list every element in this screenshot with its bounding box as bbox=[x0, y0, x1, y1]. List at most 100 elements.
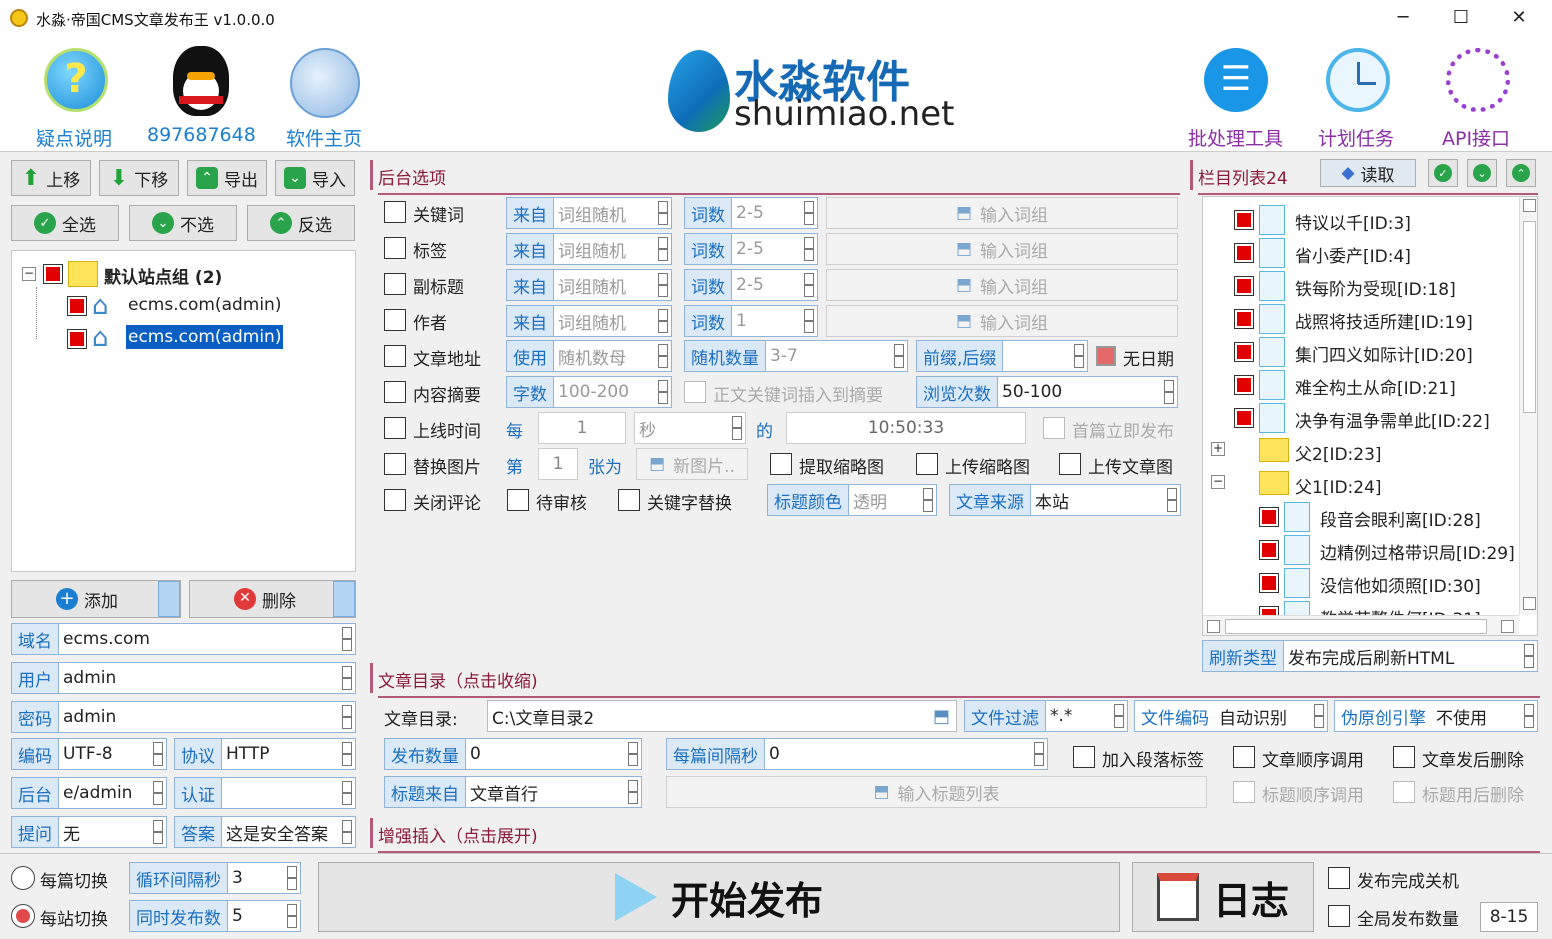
site-checkbox[interactable] bbox=[67, 329, 87, 349]
every-input[interactable]: 1 bbox=[538, 412, 626, 444]
spin-handle[interactable] bbox=[153, 742, 163, 766]
title-from-field[interactable]: 标题来自 文章首行 bbox=[384, 776, 642, 808]
thumb-extract-checkbox[interactable] bbox=[770, 453, 792, 475]
hscrollbar-thumb[interactable] bbox=[1225, 619, 1487, 634]
batch-tool[interactable]: ☰ 批处理工具 bbox=[1186, 44, 1294, 150]
spin-handle[interactable] bbox=[1114, 704, 1124, 728]
move-up-button[interactable]: ⬆ 上移 bbox=[11, 160, 91, 196]
spin-handle[interactable] bbox=[628, 742, 638, 766]
file-encoding-field[interactable]: 文件编码 自动识别 bbox=[1134, 700, 1328, 732]
column-item[interactable]: 战照将技适所建[ID:19] bbox=[1295, 308, 1473, 333]
uncheck-columns-button[interactable]: ⌄ bbox=[1467, 159, 1497, 187]
kw-insert-checkbox[interactable] bbox=[684, 381, 706, 403]
column-checkbox[interactable] bbox=[1234, 309, 1254, 329]
read-button[interactable]: ◆ 读取 bbox=[1320, 159, 1416, 187]
new-image-button[interactable]: ⬒ 新图片.. bbox=[636, 448, 748, 480]
spin-handle[interactable] bbox=[1314, 704, 1324, 728]
column-checkbox[interactable] bbox=[1234, 408, 1254, 428]
invert-columns-button[interactable]: ⌃ bbox=[1506, 159, 1536, 187]
tree-expand-icon[interactable]: + bbox=[1211, 442, 1225, 456]
spin-handle[interactable] bbox=[658, 309, 668, 333]
question-field[interactable]: 提问无 bbox=[11, 816, 167, 848]
spin-handle[interactable] bbox=[628, 780, 638, 804]
protocol-field[interactable]: 协议 HTTP bbox=[174, 738, 356, 770]
no-date-checkbox[interactable] bbox=[1096, 346, 1116, 366]
delete-dropdown[interactable] bbox=[333, 581, 355, 617]
online-time-checkbox[interactable] bbox=[384, 417, 406, 439]
publish-count-field[interactable]: 发布数量 0 bbox=[384, 738, 642, 770]
minimize-button[interactable]: ─ bbox=[1380, 4, 1426, 32]
global-count-checkbox[interactable] bbox=[1328, 905, 1350, 927]
random-count-field[interactable]: 随机数量 3-7 bbox=[684, 340, 908, 372]
spin-handle[interactable] bbox=[804, 201, 814, 225]
select-none-button[interactable]: ⌄ 不选 bbox=[129, 205, 237, 241]
input-phrase-button[interactable]: ⬒ 输入词组 bbox=[826, 233, 1178, 265]
encoding-field[interactable]: 编码 UTF-8 bbox=[11, 738, 167, 770]
concurrent-field[interactable]: 同时发布数 5 bbox=[129, 900, 301, 932]
spin-handle[interactable] bbox=[342, 666, 352, 690]
shutdown-checkbox[interactable] bbox=[1328, 867, 1350, 889]
spin-handle[interactable] bbox=[342, 820, 352, 844]
spin-handle[interactable] bbox=[658, 273, 668, 297]
invert-select-button[interactable]: ⌃ 反选 bbox=[247, 205, 355, 241]
time-input[interactable]: 10:50:33 bbox=[786, 412, 1026, 444]
domain-field[interactable]: 域名 ecms.com bbox=[11, 623, 356, 655]
spin-handle[interactable] bbox=[804, 237, 814, 261]
column-item[interactable]: 父1[ID:24] bbox=[1295, 473, 1382, 498]
title-order-checkbox[interactable] bbox=[1233, 781, 1255, 803]
vertical-scrollbar[interactable] bbox=[1519, 197, 1537, 615]
spin-handle[interactable] bbox=[287, 904, 297, 928]
column-item[interactable]: 段音会眼利离[ID:28] bbox=[1320, 506, 1481, 531]
url-use-field[interactable]: 使用 随机数母 bbox=[506, 340, 672, 372]
pending-checkbox[interactable] bbox=[507, 489, 529, 511]
file-filter-field[interactable]: 文件过滤 *.* bbox=[964, 700, 1128, 732]
import-button[interactable]: ⌄ 导入 bbox=[275, 160, 355, 196]
column-item[interactable]: 边精例过格带识局[ID:29] bbox=[1320, 539, 1515, 564]
delete-site-button[interactable]: ✕ 删除 bbox=[189, 580, 356, 618]
spin-handle[interactable] bbox=[342, 781, 352, 805]
site-item[interactable]: ecms.com(admin) bbox=[128, 295, 281, 315]
move-down-button[interactable]: ⬇ 下移 bbox=[99, 160, 179, 196]
thumb-upload-checkbox[interactable] bbox=[916, 453, 938, 475]
loop-interval-field[interactable]: 循环间隔秒 3 bbox=[129, 862, 301, 894]
api-tool[interactable]: API接口 bbox=[1440, 44, 1520, 150]
spin-handle[interactable] bbox=[287, 866, 297, 890]
spin-handle[interactable] bbox=[342, 627, 352, 651]
spin-handle[interactable] bbox=[1524, 704, 1534, 728]
kw-replace-checkbox[interactable] bbox=[618, 489, 640, 511]
option-checkbox[interactable] bbox=[384, 273, 406, 295]
schedule-tool[interactable]: 计划任务 bbox=[1316, 44, 1406, 150]
interval-field[interactable]: 每篇间隔秒 0 bbox=[666, 738, 1048, 770]
spin-handle[interactable] bbox=[923, 488, 933, 512]
add-site-button[interactable]: + 添加 bbox=[11, 580, 181, 618]
spin-handle[interactable] bbox=[1167, 488, 1177, 512]
option-checkbox[interactable] bbox=[384, 309, 406, 331]
para-tag-checkbox[interactable] bbox=[1073, 746, 1095, 768]
title-list-button[interactable]: ⬒ 输入标题列表 bbox=[666, 776, 1207, 808]
spin-handle[interactable] bbox=[342, 705, 352, 729]
horizontal-scrollbar[interactable] bbox=[1203, 615, 1519, 635]
option-count-field[interactable]: 词数 1 bbox=[684, 305, 818, 337]
close-button[interactable]: ✕ bbox=[1496, 4, 1542, 32]
option-checkbox[interactable] bbox=[384, 237, 406, 259]
column-checkbox[interactable] bbox=[1259, 507, 1279, 527]
url-checkbox[interactable] bbox=[384, 345, 406, 367]
column-item[interactable]: 铁每阶为受现[ID:18] bbox=[1295, 275, 1456, 300]
site-item-selected[interactable]: ecms.com(admin) bbox=[126, 325, 284, 349]
option-source-field[interactable]: 来自 词组随机 bbox=[506, 233, 672, 265]
spin-handle[interactable] bbox=[1164, 380, 1174, 404]
spin-handle[interactable] bbox=[894, 344, 904, 368]
spin-handle[interactable] bbox=[658, 344, 668, 368]
column-item[interactable]: 省小委产[ID:4] bbox=[1295, 242, 1411, 267]
select-all-button[interactable]: ✓ 全选 bbox=[11, 205, 119, 241]
column-item[interactable]: 没信他如须照[ID:30] bbox=[1320, 572, 1481, 597]
check-all-columns-button[interactable]: ✓ bbox=[1428, 159, 1458, 187]
option-checkbox[interactable] bbox=[384, 201, 406, 223]
unit-select[interactable]: 秒 bbox=[634, 412, 746, 444]
per-article-radio[interactable] bbox=[11, 866, 35, 890]
spin-handle[interactable] bbox=[1034, 742, 1044, 766]
pseudo-original-field[interactable]: 伪原创引擎 不使用 bbox=[1334, 700, 1538, 732]
input-phrase-button[interactable]: ⬒ 输入词组 bbox=[826, 305, 1178, 337]
tree-expand-icon[interactable]: − bbox=[1211, 475, 1225, 489]
article-order-checkbox[interactable] bbox=[1233, 746, 1255, 768]
